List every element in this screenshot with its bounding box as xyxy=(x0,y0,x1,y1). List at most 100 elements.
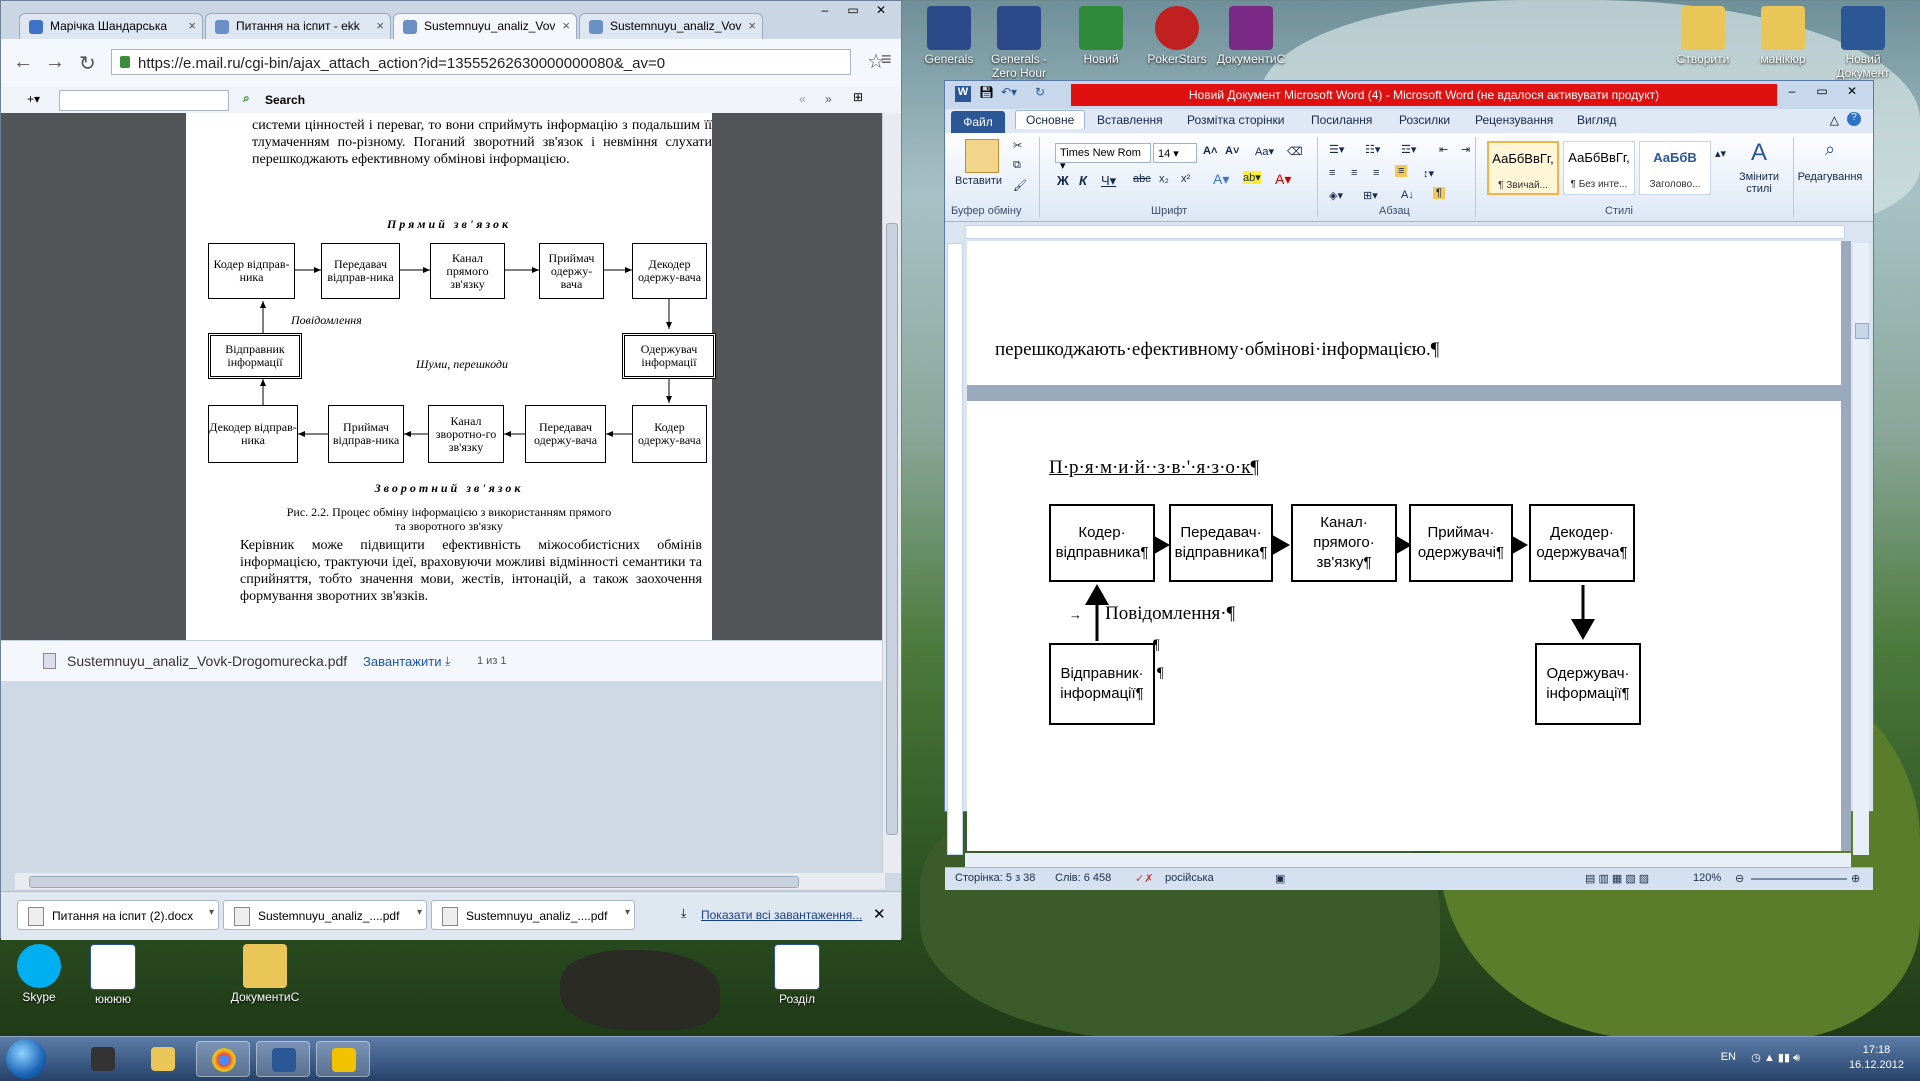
maximize-icon[interactable]: ▭ xyxy=(1807,84,1837,102)
format-painter-icon[interactable]: 🖌︎ xyxy=(1013,179,1027,192)
text-effects-icon[interactable]: A▾ xyxy=(1213,171,1229,188)
scroll-thumb[interactable] xyxy=(1855,323,1869,339)
search-button[interactable]: Search xyxy=(265,93,305,107)
show-all-downloads-link[interactable]: Показати всі завантаження... xyxy=(701,908,862,922)
forward-icon[interactable]: → xyxy=(45,51,65,74)
desktop-icon-folder-create[interactable]: Створити xyxy=(1664,6,1742,66)
taskbar-nfs[interactable] xyxy=(76,1041,130,1077)
close-window-icon[interactable]: ✕ xyxy=(867,3,895,21)
status-words[interactable]: Слів: 6 458 xyxy=(1055,872,1111,884)
diagram-box-decoder-receiver[interactable]: Декодер· одержувача¶ xyxy=(1529,504,1635,582)
paste-button[interactable]: Вставити xyxy=(955,175,1002,187)
taskbar-app[interactable] xyxy=(316,1041,370,1077)
copy-icon[interactable]: ⧉ xyxy=(1013,159,1021,172)
close-icon[interactable]: × xyxy=(748,18,756,33)
minimize-icon[interactable]: – xyxy=(811,3,839,21)
clock[interactable]: 17:18 16.12.2012 xyxy=(1849,1043,1904,1073)
close-icon[interactable]: ✕ xyxy=(873,905,886,923)
desktop-icon-generals-zh[interactable]: Generals - Zero Hour xyxy=(980,6,1058,80)
shading-icon[interactable]: ◈▾ xyxy=(1329,189,1343,202)
redo-icon[interactable]: ↻ xyxy=(1035,85,1045,99)
tab-references[interactable]: Посилання xyxy=(1311,113,1372,127)
desktop-icon-folder-docs[interactable]: ДокументиС xyxy=(226,944,304,1004)
bullets-icon[interactable]: ☰▾ xyxy=(1329,143,1344,156)
download-item[interactable]: Sustemnuyu_analiz_....pdf ▾ xyxy=(223,900,427,930)
diagram-box-sender-info[interactable]: Відправник· інформації¶ xyxy=(1049,643,1155,725)
add-icon[interactable]: ⊞ xyxy=(853,90,863,104)
style-no-spacing[interactable]: АаБбВвГг, ¶ Без инте... xyxy=(1563,141,1635,195)
download-link[interactable]: Завантажити xyxy=(363,654,441,669)
input-language[interactable]: EN xyxy=(1721,1051,1736,1063)
next-icon[interactable]: » xyxy=(825,92,832,106)
download-item[interactable]: Питання на іспит (2).docx ▾ xyxy=(17,900,219,930)
tab-view[interactable]: Вигляд xyxy=(1577,113,1616,127)
pdf-viewer[interactable]: системи цінностей і переваг, то вони спр… xyxy=(1,113,883,640)
back-icon[interactable]: ← xyxy=(13,51,33,74)
taskbar-explorer[interactable] xyxy=(136,1041,190,1077)
increase-indent-icon[interactable]: ⇥ xyxy=(1461,143,1470,156)
zoom-out-icon[interactable]: ⊖ xyxy=(1735,872,1744,885)
editing-button[interactable]: Редагування xyxy=(1797,171,1863,183)
taskbar-chrome[interactable] xyxy=(196,1041,250,1077)
status-language[interactable]: російська xyxy=(1165,872,1214,884)
chevron-down-icon[interactable]: ▾ xyxy=(625,907,630,918)
horizontal-scrollbar[interactable] xyxy=(965,853,1851,867)
vertical-scrollbar[interactable] xyxy=(1853,243,1869,855)
undo-icon[interactable]: ↶▾ xyxy=(1001,85,1017,99)
tab-file[interactable]: Файл xyxy=(951,111,1005,133)
tab-mail-1[interactable]: Марічка Шандарська × xyxy=(19,13,203,39)
prev-icon[interactable]: « xyxy=(799,92,806,106)
cut-icon[interactable]: ✂ xyxy=(1013,139,1022,152)
decrease-indent-icon[interactable]: ⇤ xyxy=(1439,143,1448,156)
italic-icon[interactable]: К xyxy=(1079,173,1087,188)
horizontal-scrollbar[interactable] xyxy=(15,873,885,889)
maximize-icon[interactable]: ▭ xyxy=(839,3,867,21)
desktop-icon-word-doc[interactable]: юююю xyxy=(74,944,152,1006)
numbering-icon[interactable]: ☷▾ xyxy=(1365,143,1380,156)
align-right-icon[interactable]: ≡ xyxy=(1373,167,1379,179)
align-center-icon[interactable]: ≡ xyxy=(1351,167,1357,179)
tab-page-layout[interactable]: Розмітка сторінки xyxy=(1187,113,1284,127)
bold-icon[interactable]: Ж xyxy=(1057,173,1069,188)
font-name-select[interactable]: Times New Rom ▾ xyxy=(1055,143,1151,172)
horizontal-ruler[interactable] xyxy=(965,225,1845,239)
superscript-icon[interactable]: x² xyxy=(1181,173,1190,185)
zoom-slider[interactable] xyxy=(1751,878,1847,880)
close-window-icon[interactable]: ✕ xyxy=(1837,84,1867,102)
tab-insert[interactable]: Вставлення xyxy=(1097,113,1163,127)
desktop-icon-folder-manicure[interactable]: манікюр xyxy=(1744,6,1822,66)
font-color-icon[interactable]: A▾ xyxy=(1275,171,1291,188)
diagram-box-receiver[interactable]: Приймач· одержувачі¶ xyxy=(1409,504,1513,582)
borders-icon[interactable]: ⊞▾ xyxy=(1363,189,1378,202)
download-icon[interactable]: ⤓ xyxy=(445,654,450,669)
close-icon[interactable]: × xyxy=(376,18,384,33)
style-normal[interactable]: АаБбВвГг, ¶ Звичай... xyxy=(1487,141,1559,195)
desktop-icon-word-new[interactable]: Новий Документ xyxy=(1824,6,1902,80)
spellcheck-icon[interactable]: ✓✗ xyxy=(1135,872,1153,885)
tray-icons[interactable]: ◷ ▲ ▮▮ 🔊︎ xyxy=(1751,1051,1800,1065)
highlight-icon[interactable]: ab▾ xyxy=(1243,171,1261,184)
scroll-thumb[interactable] xyxy=(886,223,898,835)
close-icon[interactable]: × xyxy=(188,18,196,33)
shrink-font-icon[interactable]: A˅ xyxy=(1225,145,1239,157)
diagram-box-receiver-info[interactable]: Одержувач· інформації¶ xyxy=(1535,643,1641,725)
change-styles-button[interactable]: Змінити стилі xyxy=(1731,171,1787,195)
chevron-down-icon[interactable]: ▾ xyxy=(417,907,422,918)
underline-icon[interactable]: Ч▾ xyxy=(1101,173,1116,189)
find-icon[interactable]: ⌕ xyxy=(1805,139,1855,160)
chevron-up-icon[interactable]: △ xyxy=(1830,113,1839,127)
vertical-scrollbar[interactable] xyxy=(882,113,901,873)
document-area[interactable]: перешкоджають·ефективному·обмінові·інфор… xyxy=(967,241,1851,851)
tab-mail-2[interactable]: Питання на іспит - ekk × xyxy=(205,13,391,39)
search-input[interactable] xyxy=(59,90,229,111)
tab-pdf-active[interactable]: Sustemnuyu_analiz_Vov × xyxy=(393,13,577,39)
plus-icon[interactable]: +▾ xyxy=(27,92,40,106)
tab-pdf-2[interactable]: Sustemnuyu_analiz_Vov × xyxy=(579,13,763,39)
justify-icon[interactable]: ≡ xyxy=(1395,165,1408,177)
menu-icon[interactable]: ≡ xyxy=(881,49,892,70)
desktop-icon-winrar[interactable]: ДокументиС xyxy=(1212,6,1290,66)
font-size-select[interactable]: 14 ▾ xyxy=(1153,143,1197,163)
desktop-icon-word-section[interactable]: Розділ xyxy=(758,944,836,1006)
multilevel-icon[interactable]: ☲▾ xyxy=(1401,143,1416,156)
desktop-icon-skype[interactable]: Skype xyxy=(0,944,78,1004)
